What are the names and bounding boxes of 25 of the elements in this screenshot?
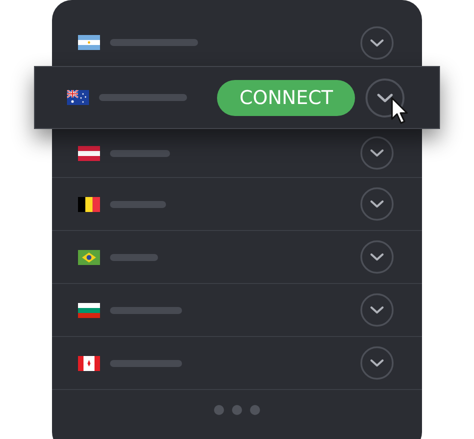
expand-button[interactable] — [360, 187, 394, 221]
flag-icon — [78, 196, 100, 212]
expand-button[interactable] — [360, 26, 394, 60]
cursor-icon — [391, 97, 409, 125]
flag-icon — [78, 250, 100, 264]
page-dot[interactable] — [214, 405, 224, 415]
connect-button[interactable]: CONNECT — [217, 80, 355, 116]
page-dot[interactable] — [250, 405, 260, 415]
flag-icon — [78, 35, 100, 50]
expand-button[interactable] — [365, 78, 405, 118]
flag-icon — [78, 146, 100, 160]
page-dot[interactable] — [232, 405, 242, 415]
expand-button[interactable] — [360, 240, 394, 274]
flag-icon — [78, 356, 100, 370]
expand-button[interactable] — [360, 293, 394, 327]
expand-button[interactable] — [360, 136, 394, 170]
expand-button[interactable] — [360, 346, 394, 380]
placeholder-bar — [110, 254, 158, 260]
placeholder-bar — [110, 200, 166, 208]
flag-icon — [67, 90, 89, 105]
placeholder-bar — [110, 150, 170, 156]
placeholder-bar — [110, 306, 182, 314]
server-row[interactable]: CONNECT — [34, 66, 440, 129]
flag-icon — [78, 302, 100, 318]
placeholder-bar — [110, 360, 182, 366]
